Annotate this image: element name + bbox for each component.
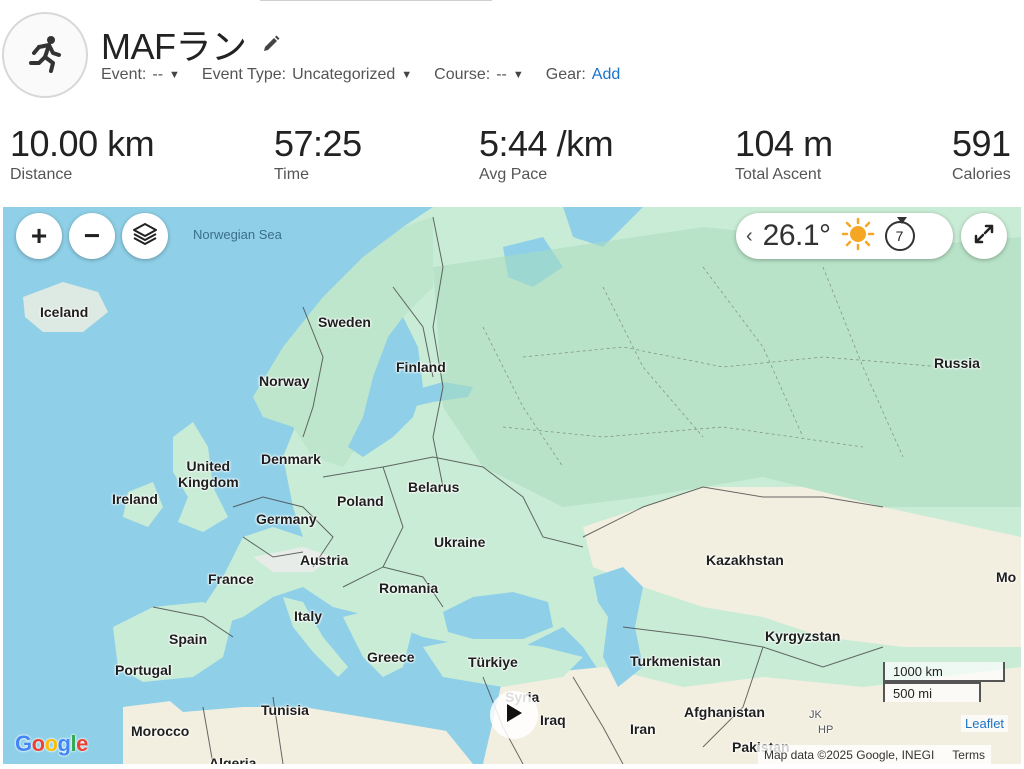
map-label: Tunisia (261, 702, 309, 718)
zoom-in-button[interactable]: + (16, 213, 62, 259)
map-label: Romania (379, 580, 439, 596)
terms-link[interactable]: Terms (952, 748, 985, 762)
map-label: Ireland (112, 491, 158, 507)
map-label: Kazakhstan (706, 552, 784, 568)
event-value: -- (152, 66, 164, 83)
stat-label: Time (274, 166, 309, 183)
stat-label: Calories (952, 166, 1011, 183)
map-label: Iceland (40, 304, 89, 320)
map-layers-button[interactable] (122, 213, 168, 259)
caret-down-icon: ▼ (401, 69, 413, 81)
course-dropdown[interactable]: Course: -- ▼ (434, 66, 524, 84)
map-label: Italy (294, 608, 323, 624)
map-label: Poland (337, 493, 384, 509)
map-label: Ukraine (434, 534, 486, 550)
stat-value: 591 (952, 123, 1011, 164)
gear-field: Gear: Add (546, 66, 620, 84)
sun-icon (841, 217, 875, 256)
course-label: Course: (434, 66, 491, 83)
map-label: Algeria (209, 755, 257, 764)
chevron-left-icon[interactable]: ‹ (746, 225, 753, 248)
map-label: Denmark (261, 451, 321, 467)
map-label: Iraq (540, 712, 566, 728)
pencil-icon[interactable] (261, 33, 283, 55)
stat-total-ascent: 104 m Total Ascent (735, 124, 833, 184)
map-label: Belarus (408, 479, 460, 495)
leaflet-link[interactable]: Leaflet (961, 715, 1009, 732)
running-person-icon (25, 33, 65, 78)
map-label: Turkmenistan (630, 653, 721, 669)
stat-calories: 591 Calories (952, 124, 1011, 184)
zoom-out-button[interactable]: − (69, 213, 115, 259)
stat-time: 57:25 Time (274, 124, 362, 184)
event-dropdown[interactable]: Event: -- ▼ (101, 66, 180, 84)
stat-label: Distance (10, 166, 73, 183)
map-attribution: Map data ©2025 Google, INEGI Terms (758, 745, 991, 764)
map-label: Spain (169, 631, 208, 647)
expand-icon (973, 223, 995, 250)
scale-km: 1000 km (883, 662, 1005, 682)
stat-value: 5:44 /km (479, 123, 614, 164)
activity-title: MAFラン (101, 26, 247, 67)
stat-value: 57:25 (274, 123, 362, 164)
attribution-text: Map data ©2025 Google, INEGI (764, 747, 935, 762)
map-scale: 1000 km 500 mi (883, 662, 1005, 702)
map-label: Kyrgyzstan (765, 628, 841, 644)
temperature-value: 26.1° (762, 219, 831, 252)
map-label: Türkiye (468, 654, 518, 670)
map-label: JK (809, 709, 822, 721)
map-label: Afghanistan (684, 704, 765, 720)
map-label: Norway (259, 373, 310, 389)
stat-value: 10.00 km (10, 123, 155, 164)
stat-value: 104 m (735, 123, 833, 164)
google-logo: Google (15, 731, 88, 756)
caret-down-icon: ▼ (169, 69, 180, 81)
course-value: -- (496, 66, 507, 83)
activity-meta-row: Event: -- ▼ Event Type: Uncategorized ▼ … (101, 66, 620, 84)
stat-avg-pace: 5:44 /km Avg Pace (479, 123, 614, 184)
map-label: France (208, 571, 254, 587)
title-row: MAFラン (101, 18, 283, 70)
wind-direction-icon: 7 (884, 217, 915, 251)
add-gear-link[interactable]: Add (592, 66, 620, 84)
map-label: Sweden (318, 314, 371, 330)
map-label: Norwegian Sea (193, 227, 282, 242)
play-icon (504, 702, 524, 729)
fullscreen-button[interactable] (961, 213, 1007, 259)
map-label: Greece (367, 649, 415, 665)
weather-widget[interactable]: ‹ 26.1° 7 (736, 213, 953, 259)
stat-label: Total Ascent (735, 166, 822, 183)
activity-type-avatar (2, 12, 88, 98)
map-label: Russia (934, 355, 980, 371)
layers-icon (132, 221, 158, 252)
map-label: United Kingdom (178, 458, 239, 490)
caret-down-icon: ▼ (512, 69, 524, 81)
map-tiles[interactable] (3, 207, 1021, 764)
activity-map[interactable]: Norwegian Sea Iceland Sweden Finland Nor… (3, 207, 1021, 764)
event-type-value: Uncategorized (292, 66, 396, 83)
plus-icon: + (30, 220, 48, 251)
map-label: Austria (300, 552, 349, 568)
gear-label: Gear: (545, 66, 586, 83)
stat-distance: 10.00 km Distance (10, 123, 155, 184)
wind-speed-value: 7 (895, 228, 904, 244)
stat-label: Avg Pace (479, 166, 548, 183)
event-type-dropdown[interactable]: Event Type: Uncategorized ▼ (202, 66, 412, 84)
map-label: Mo (996, 569, 1017, 585)
map-label: Portugal (115, 662, 172, 678)
scale-mi: 500 mi (883, 682, 981, 702)
minus-icon: − (83, 220, 101, 251)
map-label: Iran (630, 721, 656, 737)
map-label: HP (818, 724, 834, 736)
top-divider (260, 0, 492, 1)
event-label: Event: (101, 66, 147, 83)
play-route-button[interactable] (490, 691, 538, 739)
event-type-label: Event Type: (201, 66, 287, 83)
map-label: Germany (256, 511, 317, 527)
map-label: Morocco (131, 723, 190, 739)
map-label: Finland (396, 359, 446, 375)
